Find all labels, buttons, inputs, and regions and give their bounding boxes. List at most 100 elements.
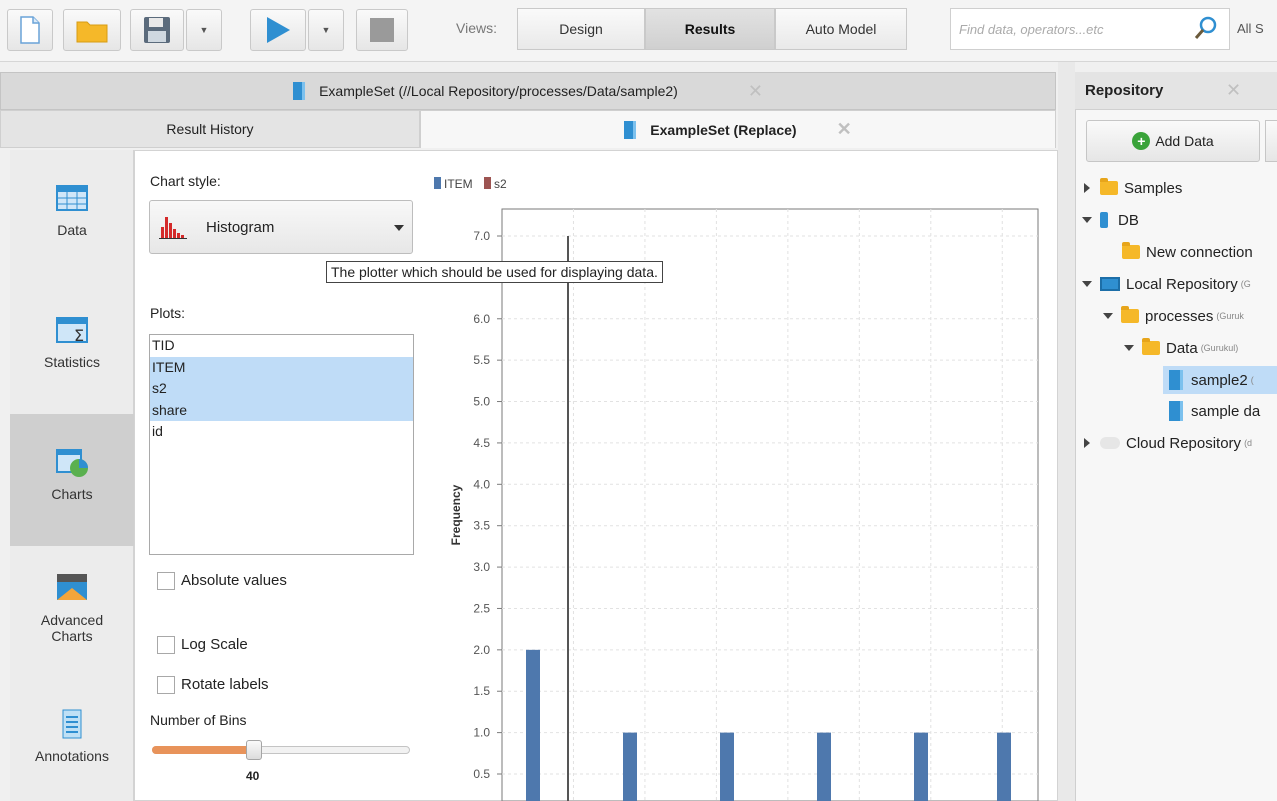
folder-icon [1121,306,1139,323]
stop-button[interactable] [356,9,408,51]
folder-icon [1142,338,1160,355]
result-subtabs: Result History ExampleSet (Replace) ✕ [0,110,1056,148]
nav-label: Statistics [43,354,100,370]
add-data-button[interactable]: + Add Data [1086,120,1260,162]
local-repository-icon [1100,277,1120,291]
tree-label: DB [1118,211,1139,229]
bins-slider-fill [152,746,251,754]
plots-label: Plots: [150,305,186,321]
open-process-button[interactable] [63,9,121,51]
repository-menu-button[interactable] [1265,120,1277,162]
nav-label: Data [57,222,87,238]
nav-item-charts[interactable]: Charts [10,414,134,546]
collapse-arrow-icon[interactable] [1124,345,1134,351]
log-scale-label: Log Scale [181,636,248,653]
chevron-down-icon: ▼ [199,25,209,35]
nav-item-annotations[interactable]: Annotations [10,706,134,796]
tab-exampleset-sample2[interactable]: ExampleSet (//Local Repository/processes… [0,72,1056,110]
log-scale-checkbox[interactable] [157,636,175,654]
tree-item-db[interactable]: DB [1082,208,1139,232]
tree-owner: (Guruk [1216,311,1244,321]
tree-label: sample2 [1191,371,1248,389]
plot-option-tid[interactable]: TID [150,335,413,357]
run-button[interactable] [250,9,306,51]
advanced-charts-icon [57,574,87,600]
plots-list[interactable]: TID ITEM s2 share id [149,334,414,555]
rotate-labels-checkbox[interactable] [157,676,175,694]
y-tick-label: 7.0 [473,229,490,243]
rotate-labels-label: Rotate labels [181,676,269,693]
absolute-values-label: Absolute values [181,572,287,589]
tab-exampleset-replace[interactable]: ExampleSet (Replace) ✕ [420,110,1056,148]
notepad-icon [62,709,82,739]
y-axis-label: Frequency [449,484,463,545]
expand-arrow-icon[interactable] [1084,438,1090,448]
close-icon[interactable]: ✕ [748,81,763,102]
tree-item-processes[interactable]: processes (Guruk [1103,304,1244,328]
plot-option-share[interactable]: share [150,399,413,421]
nav-item-advanced-charts[interactable]: Advanced Charts [10,570,134,670]
save-button[interactable] [130,9,184,51]
nav-item-statistics[interactable]: Σ Statistics [10,312,134,422]
collapse-arrow-icon[interactable] [1082,217,1092,223]
close-icon[interactable]: ✕ [1226,80,1241,101]
nav-label: Charts [51,486,93,502]
view-tab-auto-model[interactable]: Auto Model [775,8,907,50]
exampleset-icon [293,82,306,100]
tree-owner: (d [1244,438,1253,448]
stop-icon [370,18,394,42]
tree-item-sample2[interactable]: sample2 ( [1163,366,1277,394]
search-scope-label[interactable]: All S [1237,21,1264,36]
tree-item-samples[interactable]: Samples [1084,176,1182,200]
panel-divider[interactable] [1058,62,1075,801]
y-tick-label: 5.5 [473,353,490,367]
tree-label: sample da [1191,402,1261,420]
y-tick-label: 4.0 [473,477,490,491]
histogram-bar-item [526,649,540,801]
view-tab-design[interactable]: Design [517,8,645,50]
database-icon [1100,212,1108,228]
chart-style-label: Chart style: [150,173,221,189]
chart-style-select[interactable]: Histogram [149,200,413,254]
search-icon[interactable] [1194,16,1218,40]
nav-item-data[interactable]: Data [10,180,134,290]
tree-item-new-connection[interactable]: New connection [1122,240,1253,264]
y-tick-label: 5.0 [473,395,490,409]
tree-item-local-repository[interactable]: Local Repository (G [1082,272,1251,296]
locked-folder-icon [1122,242,1140,259]
view-tab-results[interactable]: Results [645,8,775,50]
save-icon [144,17,170,43]
chevron-down-icon [394,225,404,231]
y-tick-label: 3.5 [473,519,490,533]
tree-item-sample-data[interactable]: sample da [1169,399,1260,423]
tab-result-history[interactable]: Result History [0,110,420,148]
plot-option-s2[interactable]: s2 [150,378,413,400]
tree-item-cloud-repository[interactable]: Cloud Repository (d [1084,431,1252,455]
bins-slider-handle[interactable] [246,740,262,760]
repository-title: Repository [1085,82,1164,99]
legend-label-s2: s2 [494,177,507,191]
collapse-arrow-icon[interactable] [1082,281,1092,287]
expand-arrow-icon[interactable] [1084,183,1090,193]
exampleset-icon [1169,401,1183,421]
plot-option-id[interactable]: id [150,421,413,443]
tab-label: ExampleSet (//Local Repository/processes… [319,83,678,99]
tree-owner: ( [1250,375,1254,385]
plot-option-item[interactable]: ITEM [150,356,413,378]
run-dropdown-button[interactable]: ▼ [308,9,344,51]
search-input[interactable]: Find data, operators...etc [950,8,1230,50]
tree-label: Samples [1124,179,1183,197]
save-dropdown-button[interactable]: ▼ [186,9,222,51]
collapse-arrow-icon[interactable] [1103,313,1113,319]
absolute-values-checkbox[interactable] [157,572,175,590]
tree-item-data[interactable]: Data (Gurukul) [1124,336,1238,360]
y-tick-label: 3.0 [473,560,490,574]
nav-label: Advanced [40,612,104,628]
chevron-down-icon: ▼ [321,25,331,35]
play-icon [267,17,290,43]
y-tick-label: 6.0 [473,312,490,326]
close-icon[interactable]: ✕ [837,119,852,140]
y-tick-label: 2.0 [473,643,490,657]
tab-label: ExampleSet (Replace) [650,121,797,138]
new-process-button[interactable] [7,9,53,51]
